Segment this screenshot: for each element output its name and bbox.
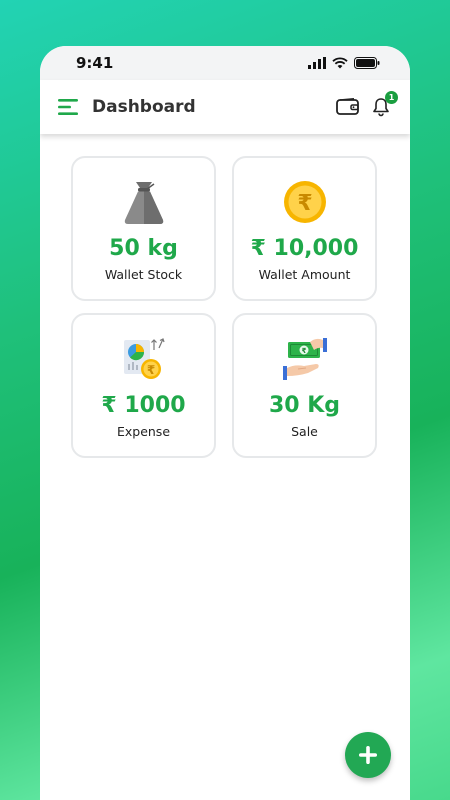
svg-text:₹: ₹ bbox=[146, 363, 154, 377]
svg-text:₹: ₹ bbox=[301, 347, 306, 355]
card-icon-container bbox=[123, 178, 165, 226]
status-bar: 9:41 bbox=[40, 46, 410, 80]
plus-icon bbox=[359, 746, 377, 764]
sale-label: Sale bbox=[291, 424, 318, 439]
notification-badge: 1 bbox=[385, 91, 398, 104]
expense-value: ₹ 1000 bbox=[101, 393, 186, 418]
sale-value: 30 Kg bbox=[268, 393, 341, 418]
wallet-amount-value: ₹ 10,000 bbox=[250, 236, 359, 261]
wallet-stock-card[interactable]: 50 kg Wallet Stock bbox=[71, 156, 216, 301]
menu-icon[interactable] bbox=[58, 98, 80, 116]
add-button[interactable] bbox=[345, 732, 391, 778]
cash-hand-icon: ₹ bbox=[282, 338, 327, 380]
card-icon-container: ₹ bbox=[280, 335, 330, 383]
svg-text:₹: ₹ bbox=[297, 191, 312, 216]
card-icon-container: ₹ bbox=[120, 335, 168, 383]
sale-card[interactable]: ₹ 30 Kg Sale bbox=[232, 313, 377, 458]
app-bar-left: Dashboard bbox=[58, 97, 196, 117]
money-bag-icon bbox=[124, 182, 163, 224]
wallet-stock-label: Wallet Stock bbox=[104, 267, 183, 282]
app-bar-actions: 1 bbox=[336, 91, 398, 117]
rupee-coin-icon: ₹ bbox=[283, 181, 326, 223]
page-title: Dashboard bbox=[92, 97, 196, 117]
wallet-amount-card[interactable]: ₹ ₹ 10,000 Wallet Amount bbox=[232, 156, 377, 301]
status-icons bbox=[308, 57, 380, 69]
notification-button[interactable]: 1 bbox=[372, 91, 398, 117]
app-bar: Dashboard 1 bbox=[40, 80, 410, 134]
phone-frame: 9:41 Dashboard 1 50 kg Wallet Stock ₹ ₹ … bbox=[40, 46, 410, 800]
signal-icon bbox=[308, 57, 326, 69]
expense-card[interactable]: ₹ ₹ 1000 Expense bbox=[71, 313, 216, 458]
wifi-icon bbox=[332, 57, 348, 69]
wallet-stock-value: 50 kg bbox=[109, 236, 178, 261]
dashboard-grid: 50 kg Wallet Stock ₹ ₹ 10,000 Wallet Amo… bbox=[40, 134, 410, 458]
expense-report-icon: ₹ bbox=[123, 338, 165, 379]
wallet-amount-label: Wallet Amount bbox=[258, 267, 351, 282]
status-time: 9:41 bbox=[76, 54, 114, 72]
expense-label: Expense bbox=[116, 424, 171, 439]
wallet-icon[interactable] bbox=[336, 98, 360, 116]
card-icon-container: ₹ bbox=[282, 178, 328, 226]
battery-icon bbox=[354, 57, 380, 69]
